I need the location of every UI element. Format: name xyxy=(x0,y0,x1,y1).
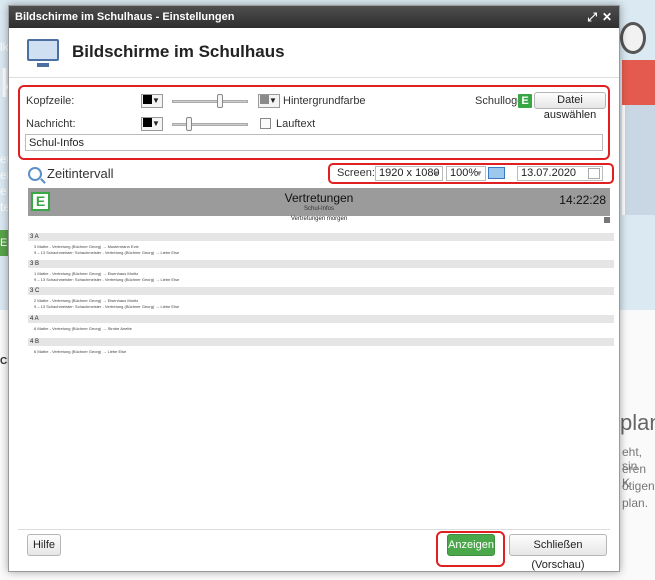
kopfzeile-size-slider[interactable] xyxy=(172,94,248,108)
dialog-title: Bildschirme im Schulhaus - Einstellungen xyxy=(15,11,235,23)
monitor-icon xyxy=(27,39,59,67)
substitution-line: 6 Mathe - Vertretung (Büchner Georg) → L… xyxy=(34,349,127,354)
bg-heading: plan xyxy=(620,410,655,435)
class-header: 4 B xyxy=(28,338,614,346)
display-settings-panel: Kopfzeile: ▼ ▼ Hintergrundfarbe Schullog… xyxy=(18,85,610,160)
interval-link[interactable]: Zeitintervall xyxy=(47,166,113,181)
hintergrund-color-picker[interactable]: ▼ xyxy=(258,94,280,108)
substitution-line: 9 – 13 Schachmeister: Schachmeister - Ve… xyxy=(34,250,180,255)
resolution-select[interactable]: 1920 x 1080 ▼ xyxy=(375,166,443,181)
date-input[interactable]: 13.07.2020 xyxy=(517,166,603,181)
lauftext-label: Lauftext xyxy=(276,118,316,130)
resize-icon[interactable] xyxy=(604,217,610,223)
clock-illustration xyxy=(620,22,646,54)
kopfzeile-label: Kopfzeile: xyxy=(26,95,75,107)
substitution-line: 3 Mathe - Vertretung (Büchner Georg) → M… xyxy=(34,244,139,249)
slider-track xyxy=(172,100,248,103)
preview-monitor-icon[interactable] xyxy=(488,167,505,179)
maximize-icon[interactable]: ⤢ xyxy=(587,6,597,28)
bg-line: plan. xyxy=(622,496,649,510)
chevron-down-icon: ▼ xyxy=(475,169,483,178)
dialog-titlebar[interactable]: Bildschirme im Schulhaus - Einstellungen… xyxy=(9,6,619,28)
screen-label: Screen: xyxy=(337,167,375,179)
resolution-value: 1920 x 1080 xyxy=(379,167,440,179)
substitution-line: 9 – 13 Schachmeister: Schachmeister - Ve… xyxy=(34,304,180,309)
chevron-down-icon: ▼ xyxy=(432,169,440,178)
bg-line: ötigen. xyxy=(622,479,655,493)
dialog-header: Bildschirme im Schulhaus xyxy=(9,28,619,78)
close-icon[interactable]: ✕ xyxy=(602,6,612,28)
preview-title: Vertretungen xyxy=(284,191,354,205)
page-title: Bildschirme im Schulhaus xyxy=(72,42,285,61)
calendar-icon[interactable] xyxy=(588,168,600,179)
settings-dialog: Bildschirme im Schulhaus - Einstellungen… xyxy=(8,5,620,572)
nachricht-color-picker[interactable]: ▼ xyxy=(141,117,163,131)
zoom-select[interactable]: 100% ▼ xyxy=(446,166,486,181)
preview-subtitle: Schul-Infos xyxy=(303,206,334,212)
slider-thumb[interactable] xyxy=(217,94,223,108)
nachricht-size-slider[interactable] xyxy=(172,117,248,131)
kopfzeile-color-picker[interactable]: ▼ xyxy=(141,94,163,108)
preview-header: E Vertretungen Schul-Infos 14:22:28 xyxy=(28,188,610,216)
preview-section-title: Vertretungen morgen xyxy=(290,216,348,222)
slider-thumb[interactable] xyxy=(186,117,192,131)
close-preview-button[interactable]: Schließen (Vorschau) xyxy=(509,534,607,571)
preview-clock: 14:22:28 xyxy=(559,193,606,207)
screen-preview: E Vertretungen Schul-Infos 14:22:28 Vert… xyxy=(28,188,614,528)
school-logo-icon: E xyxy=(518,94,532,108)
substitution-line: 6 Mathe - Vertretung (Büchner Georg) → S… xyxy=(34,326,132,331)
class-header: 3 A xyxy=(28,233,614,241)
color-swatch xyxy=(260,95,269,104)
bg-panel-illustration xyxy=(622,105,655,215)
class-header: 3 C xyxy=(28,287,614,295)
substitution-line: 9 – 13 Schachmeister: Schachmeister - Ve… xyxy=(34,277,180,282)
color-swatch xyxy=(143,118,152,127)
choose-file-button[interactable]: Datei auswählen xyxy=(534,92,606,121)
show-button[interactable]: Anzeigen xyxy=(447,534,495,556)
slider-track xyxy=(172,123,248,126)
screen-settings: Screen: 1920 x 1080 ▼ 100% ▼ 13.07.2020 xyxy=(328,163,614,184)
date-value: 13.07.2020 xyxy=(521,167,577,179)
class-header: 4 A xyxy=(28,315,614,323)
hintergrund-label: Hintergrundfarbe xyxy=(283,95,366,107)
footer-divider xyxy=(18,529,610,530)
color-swatch xyxy=(143,95,152,104)
help-button[interactable]: Hilfe xyxy=(27,534,61,556)
message-input[interactable] xyxy=(25,134,603,151)
substitution-line: 2 Mathe - Vertretung (Büchner Georg) → E… xyxy=(34,298,139,303)
nachricht-label: Nachricht: xyxy=(26,118,76,130)
search-icon xyxy=(28,167,42,181)
substitution-line: 1 Mathe - Vertretung (Büchner Georg) → E… xyxy=(34,271,139,276)
lauftext-checkbox[interactable] xyxy=(260,118,271,129)
class-header: 3 B xyxy=(28,260,614,268)
zoom-value: 100% xyxy=(450,167,479,179)
